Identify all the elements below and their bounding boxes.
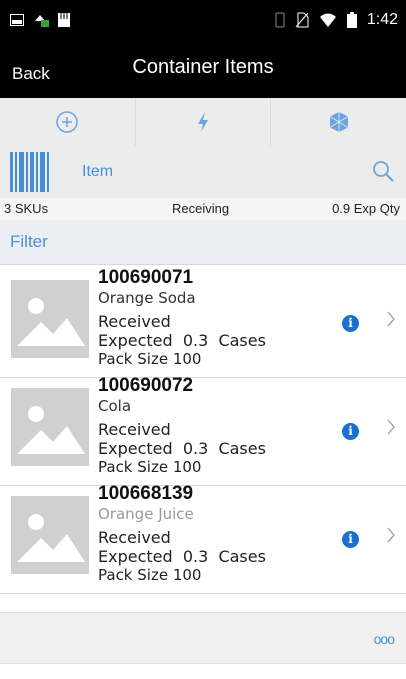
battery-icon — [346, 12, 357, 28]
chevron-right-icon[interactable] — [386, 526, 396, 544]
no-sim-icon — [295, 12, 309, 28]
toolbar — [0, 98, 406, 147]
item-status: Received — [98, 312, 171, 331]
item-status: Received — [98, 528, 171, 547]
barcode-scan-icon[interactable] — [10, 152, 52, 192]
filter-label: Filter — [10, 232, 48, 251]
vibrate-icon — [275, 12, 285, 28]
item-name: Orange Juice — [98, 505, 194, 523]
add-icon — [56, 111, 79, 133]
status-time: 1:42 — [366, 11, 398, 28]
summary-bar: 3 SKUs Receiving 0.9 Exp Qty — [0, 198, 406, 221]
status-bar: 1:42 — [0, 0, 406, 44]
item-list: 100690071 Orange Soda Received Expected … — [0, 267, 406, 594]
image-placeholder-icon — [11, 280, 89, 358]
cube-icon — [329, 112, 348, 132]
item-name: Cola — [98, 397, 132, 415]
wifi-icon — [319, 13, 336, 27]
quick-action-button[interactable] — [136, 98, 272, 146]
lightning-icon — [198, 112, 208, 132]
expected-quantity: 0.9 Exp Qty — [332, 201, 400, 216]
info-icon[interactable]: i — [342, 423, 359, 440]
info-icon[interactable]: i — [342, 531, 359, 548]
item-expected: Expected 0.3 Cases — [98, 547, 266, 566]
container-button[interactable] — [271, 98, 406, 146]
item-pack-size: Pack Size 100 — [98, 566, 202, 584]
item-code: 100690072 — [98, 375, 194, 396]
storage-icon — [58, 13, 70, 27]
image-placeholder-icon — [11, 496, 89, 574]
android-icon — [35, 15, 49, 27]
chevron-right-icon[interactable] — [386, 310, 396, 328]
list-item[interactable]: 100668139 Orange Juice Received Expected… — [0, 483, 406, 594]
item-expected: Expected 0.3 Cases — [98, 331, 266, 350]
item-search-input[interactable] — [82, 162, 332, 182]
mode-label: Receiving — [172, 201, 230, 216]
image-notification-icon — [10, 14, 24, 26]
footer-bar: ooo — [0, 612, 406, 664]
more-options-button[interactable]: ooo — [374, 631, 395, 647]
list-item[interactable]: 100690072 Cola Received Expected 0.3 Cas… — [0, 375, 406, 486]
chevron-right-icon[interactable] — [386, 418, 396, 436]
item-status: Received — [98, 420, 171, 439]
add-button[interactable] — [0, 98, 136, 146]
app-header: Back Container Items — [0, 44, 406, 98]
page-title: Container Items — [132, 56, 274, 78]
search-icon[interactable] — [372, 160, 394, 182]
filter-row[interactable]: Filter — [0, 220, 406, 265]
item-pack-size: Pack Size 100 — [98, 458, 202, 476]
item-expected: Expected 0.3 Cases — [98, 439, 266, 458]
sku-count: 3 SKUs — [4, 201, 49, 216]
info-icon[interactable]: i — [342, 315, 359, 332]
item-pack-size: Pack Size 100 — [98, 350, 202, 368]
item-code: 100668139 — [98, 483, 194, 504]
image-placeholder-icon — [11, 388, 89, 466]
item-code: 100690071 — [98, 267, 194, 288]
list-item[interactable]: 100690071 Orange Soda Received Expected … — [0, 267, 406, 378]
search-bar — [0, 146, 406, 199]
item-name: Orange Soda — [98, 289, 196, 307]
